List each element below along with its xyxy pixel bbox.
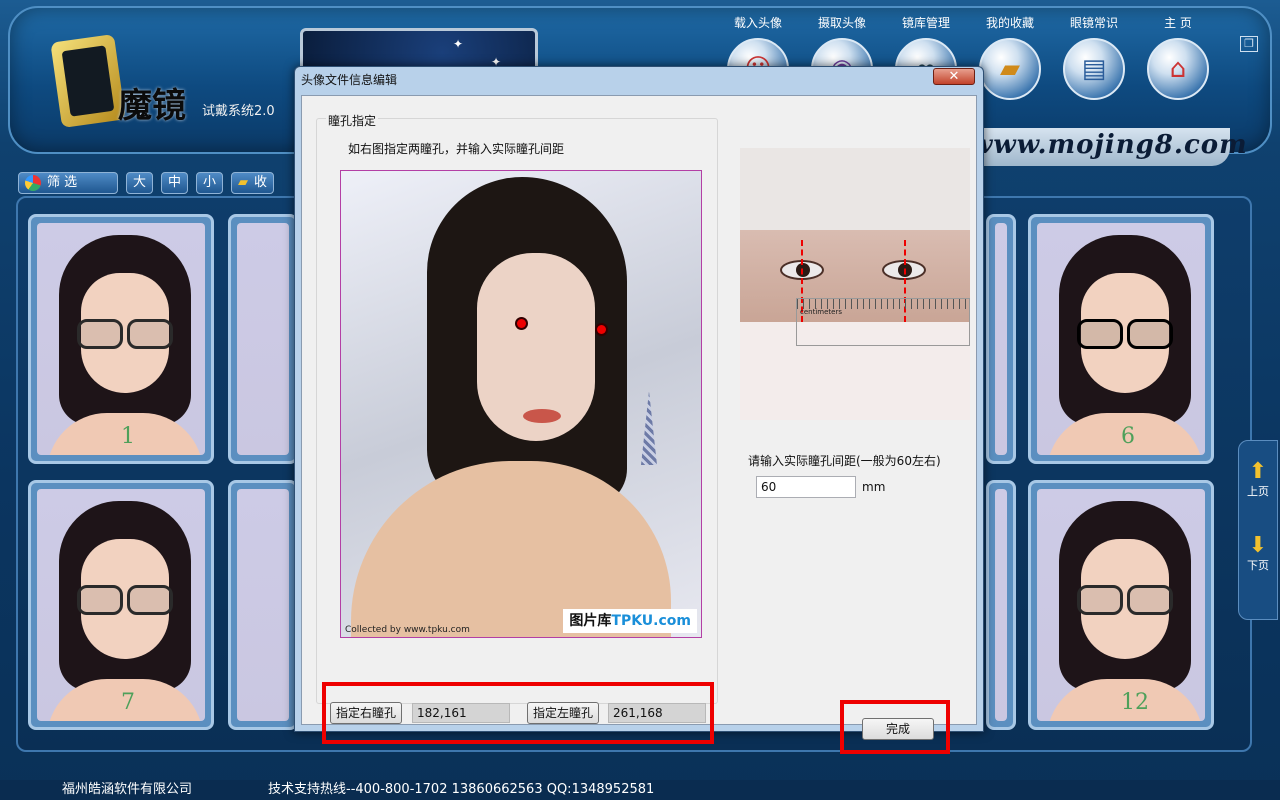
watermark-text: 图片库: [569, 613, 612, 629]
gallery-card[interactable]: 1: [28, 214, 214, 464]
card-number: 7: [121, 690, 135, 715]
size-medium-button[interactable]: 中: [161, 172, 189, 194]
tryon-photo: [995, 223, 1007, 455]
gallery-card[interactable]: 7: [28, 480, 214, 730]
size-large-button[interactable]: 大: [126, 172, 154, 194]
filter-label: 筛 选: [47, 175, 78, 190]
restore-window-icon[interactable]: ❐: [1240, 36, 1258, 52]
left-pupil-marker: [597, 325, 606, 334]
arrow-up-icon: ⬆: [1248, 459, 1268, 484]
done-button[interactable]: 完成: [862, 718, 934, 740]
dialog-title: 头像文件信息编辑: [301, 73, 398, 87]
support-hotline: 技术支持热线--400-800-1702 13860662563 QQ:1348…: [268, 782, 655, 797]
tryon-photo: [237, 489, 289, 721]
tryon-photo: 7: [37, 489, 205, 721]
gallery-card[interactable]: [228, 480, 298, 730]
avatar-info-dialog: 头像文件信息编辑 ✕ 瞳孔指定 如右图指定两瞳孔，并输入实际瞳孔间距 Colle…: [294, 66, 984, 754]
right-pupil-marker: [517, 319, 526, 328]
nav-label: 镜库管理: [901, 16, 950, 30]
star-icon: ✦: [453, 37, 464, 51]
photo-credit: Collected by www.tpku.com: [345, 625, 470, 635]
filter-icon: [25, 175, 41, 191]
arrow-down-icon: ⬇: [1248, 533, 1268, 558]
logo-text: 魔镜: [118, 86, 186, 126]
tryon-photo: 12: [1037, 489, 1205, 721]
pupil-distance-label: 请输入实际瞳孔间距(一般为60左右): [748, 454, 941, 468]
view-toolbar: 筛 选 大 中 小 ▰ 收: [18, 172, 275, 194]
pupil-group-label: 瞳孔指定: [326, 112, 379, 129]
watermark-brand: TPKU.com: [611, 613, 691, 629]
nav-label: 载入头像: [733, 16, 782, 30]
pupil-distance-unit: mm: [862, 480, 886, 494]
nav-glasses-knowledge[interactable]: 眼镜常识 ▤: [1052, 14, 1136, 110]
collect-label: 收: [254, 175, 268, 190]
book-icon: ▤: [1063, 38, 1125, 100]
glasses-overlay: [77, 585, 173, 615]
nav-label: 主 页: [1164, 16, 1192, 30]
logo-subtitle: 试戴系统2.0: [202, 104, 275, 119]
collect-button[interactable]: ▰ 收: [231, 172, 275, 194]
close-button[interactable]: ✕: [933, 68, 975, 85]
gallery-card[interactable]: 12: [1028, 480, 1214, 730]
left-pupil-value: 261,168: [608, 703, 706, 723]
tryon-photo: [995, 489, 1007, 721]
card-number: 12: [1121, 690, 1149, 715]
pager: ⬆ 上页 ⬇ 下页: [1238, 440, 1278, 620]
set-right-pupil-button[interactable]: 指定右瞳孔: [330, 702, 403, 724]
page-up-label: 上页: [1247, 485, 1269, 498]
tryon-photo: 6: [1037, 223, 1205, 455]
nav-label: 眼镜常识: [1069, 16, 1118, 30]
card-number: 6: [1121, 424, 1135, 449]
earring: [641, 391, 657, 465]
glasses-overlay: [1077, 319, 1173, 349]
glasses-overlay: [77, 319, 173, 349]
home-icon: ⌂: [1147, 38, 1209, 100]
avatar-photo[interactable]: Collected by www.tpku.com 图片库TPKU.com: [340, 170, 702, 638]
gallery-card[interactable]: [228, 214, 298, 464]
page-up-button[interactable]: ⬆ 上页: [1239, 461, 1277, 499]
glasses-overlay: [1077, 585, 1173, 615]
ruler-image: [796, 298, 970, 346]
tryon-photo: [237, 223, 289, 455]
page-down-label: 下页: [1247, 559, 1269, 572]
nav-home[interactable]: 主 页 ⌂: [1136, 14, 1220, 110]
photo-watermark: 图片库TPKU.com: [563, 609, 697, 633]
tryon-photo: 1: [37, 223, 205, 455]
dialog-body: 瞳孔指定 如右图指定两瞳孔，并输入实际瞳孔间距 Collected by www…: [301, 95, 977, 754]
filter-button[interactable]: 筛 选: [18, 172, 118, 194]
nav-label: 我的收藏: [985, 16, 1034, 30]
page-down-button[interactable]: ⬇ 下页: [1239, 535, 1277, 573]
website-url[interactable]: www.mojing8.com: [970, 130, 1248, 160]
nav-label: 摄取头像: [817, 16, 866, 30]
card-number: 1: [121, 424, 135, 449]
pupil-reference-image: centimeters: [740, 148, 970, 420]
right-pupil-value: 182,161: [412, 703, 510, 723]
gallery-card[interactable]: 6: [1028, 214, 1214, 464]
mirror-logo-icon: [50, 33, 126, 129]
folder-favorites-icon: ▰: [979, 38, 1041, 100]
size-small-button[interactable]: 小: [196, 172, 224, 194]
ruler-label: centimeters: [800, 308, 842, 316]
pupil-distance-input[interactable]: [756, 476, 856, 498]
set-left-pupil-button[interactable]: 指定左瞳孔: [527, 702, 600, 724]
company-name: 福州皓涵软件有限公司: [62, 782, 193, 797]
instruction-text: 如右图指定两瞳孔，并输入实际瞳孔间距: [348, 142, 565, 156]
gallery-card[interactable]: [986, 214, 1016, 464]
gallery-card[interactable]: [986, 480, 1016, 730]
folder-icon: ▰: [238, 175, 249, 190]
status-footer: 福州皓涵软件有限公司 技术支持热线--400-800-1702 13860662…: [0, 780, 1280, 800]
